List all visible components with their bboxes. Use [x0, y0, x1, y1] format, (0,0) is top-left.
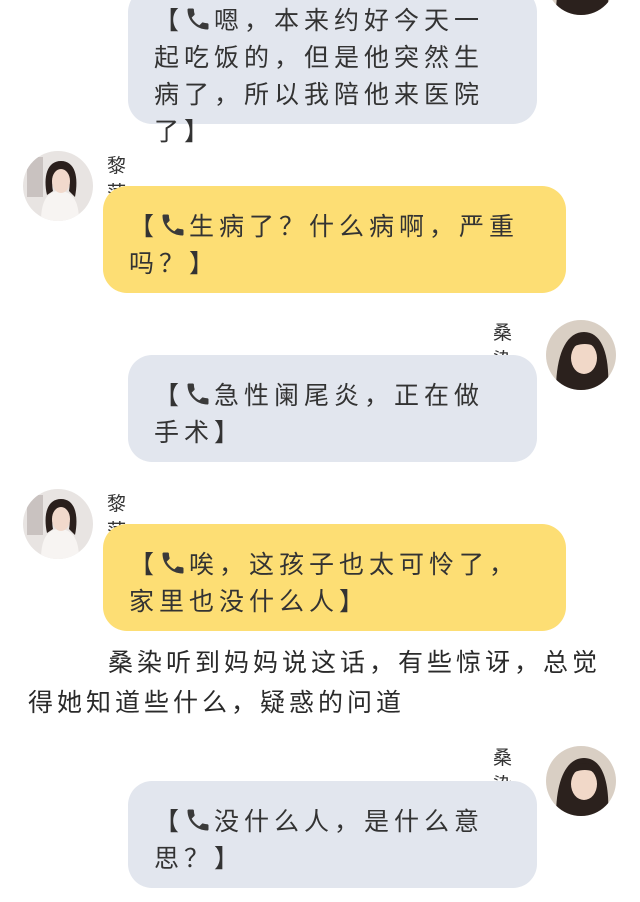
- bracket-close: 】: [189, 249, 220, 278]
- bracket-close: 】: [339, 587, 370, 616]
- bracket-close: 】: [214, 844, 245, 873]
- avatar-liping-image: [23, 489, 93, 559]
- phone-icon: [187, 383, 209, 405]
- phone-icon: [162, 214, 184, 236]
- bracket-open: 【: [129, 550, 160, 579]
- avatar-sangran[interactable]: [546, 0, 616, 15]
- avatar-sangran[interactable]: [546, 320, 616, 390]
- phone-icon: [187, 809, 209, 831]
- phone-icon: [162, 552, 184, 574]
- avatar-sangran-image: [546, 320, 616, 390]
- bracket-open: 【: [154, 807, 185, 836]
- message-bubble[interactable]: 【急性阑尾炎，正在做手术】: [128, 355, 537, 462]
- bracket-open: 【: [154, 6, 185, 35]
- message-bubble[interactable]: 【生病了？什么病啊，严重吗？】: [103, 186, 566, 293]
- avatar-liping[interactable]: [23, 489, 93, 559]
- avatar-liping-image: [23, 151, 93, 221]
- bracket-close: 】: [214, 418, 245, 447]
- bracket-close: 】: [184, 117, 215, 146]
- message-text: 生病了？什么病啊，严重吗？: [129, 212, 520, 278]
- bracket-open: 【: [129, 212, 160, 241]
- avatar-liping[interactable]: [23, 151, 93, 221]
- bracket-open: 【: [154, 381, 185, 410]
- message-bubble[interactable]: 【没什么人，是什么意思？】: [128, 781, 537, 888]
- avatar-sangran-image: [546, 0, 616, 15]
- avatar-sangran-image: [546, 746, 616, 816]
- phone-icon: [187, 8, 209, 30]
- narration-text: 桑染听到妈妈说这话，有些惊讶，总觉得她知道些什么，疑惑的问道: [28, 648, 602, 717]
- message-text: 唉，这孩子也太可怜了，家里也没什么人: [129, 550, 520, 616]
- message-bubble[interactable]: 【唉，这孩子也太可怜了，家里也没什么人】: [103, 524, 566, 631]
- message-bubble[interactable]: 【嗯，本来约好今天一起吃饭的，但是他突然生病了，所以我陪他来医院了】: [128, 0, 537, 146]
- avatar-sangran[interactable]: [546, 746, 616, 816]
